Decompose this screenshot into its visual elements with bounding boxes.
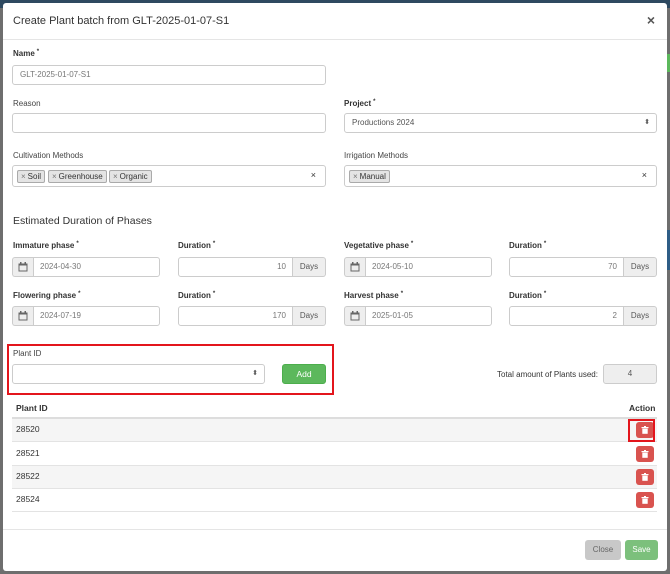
project-label: Project * (344, 99, 376, 108)
delete-button[interactable] (636, 446, 654, 462)
flowering-duration-input[interactable]: 170 (178, 306, 293, 326)
select-arrows-icon: ⬍ (252, 370, 258, 377)
tag-manual[interactable]: × Manual (349, 170, 390, 183)
flowering-phase-label: Flowering phase * (13, 291, 81, 300)
calendar-button[interactable] (12, 257, 33, 277)
days-addon: Days (624, 306, 657, 326)
save-button[interactable]: Save (625, 540, 658, 560)
total-plants-value: 4 (603, 364, 657, 384)
immature-duration-input[interactable]: 10 (178, 257, 293, 277)
phases-section-title: Estimated Duration of Phases (13, 215, 152, 227)
select-arrows-icon: ⬍ (644, 119, 650, 126)
harvest-duration-label: Duration * (509, 291, 547, 300)
immature-phase-label: Immature phase * (13, 241, 79, 250)
calendar-button[interactable] (344, 257, 365, 277)
total-plants-label: Total amount of Plants used: (497, 370, 598, 379)
name-label: Name * (13, 49, 40, 58)
tag-organic[interactable]: × Organic (109, 170, 152, 183)
tag-soil[interactable]: × Soil (17, 170, 46, 183)
vegetative-duration-label: Duration * (509, 241, 547, 250)
tag-remove-icon[interactable]: × (353, 172, 358, 181)
calendar-icon (350, 311, 360, 321)
modal-footer (3, 529, 667, 571)
tag-remove-icon[interactable]: × (21, 172, 26, 181)
trash-icon (641, 450, 649, 458)
plant-id-cell: 28520 (16, 424, 40, 434)
close-icon[interactable]: × (647, 12, 655, 28)
immature-date-input[interactable]: 2024-04-30 (33, 257, 160, 277)
days-addon: Days (624, 257, 657, 277)
create-plant-batch-modal: Create Plant batch from GLT-2025-01-07-S… (3, 3, 667, 571)
harvest-phase-label: Harvest phase * (344, 291, 404, 300)
project-selected-value: Productions 2024 (352, 118, 415, 127)
tag-greenhouse[interactable]: × Greenhouse (48, 170, 107, 183)
vegetative-date-input[interactable]: 2024-05-10 (365, 257, 492, 277)
close-button[interactable]: Close (585, 540, 621, 560)
calendar-button[interactable] (12, 306, 33, 326)
clear-icon[interactable]: × (642, 170, 647, 180)
reason-label: Reason (13, 99, 41, 108)
project-select[interactable]: Productions 2024 ⬍ (344, 113, 657, 133)
table-row: 28524 (12, 489, 657, 512)
calendar-button[interactable] (344, 306, 365, 326)
harvest-date-input[interactable]: 2025-01-05 (365, 306, 492, 326)
vegetative-duration-input[interactable]: 70 (509, 257, 624, 277)
clear-icon[interactable]: × (311, 170, 316, 180)
table-row: 28522 (12, 466, 657, 489)
days-addon: Days (293, 257, 326, 277)
tag-remove-icon[interactable]: × (113, 172, 118, 181)
irrigation-label: Irrigation Methods (344, 151, 409, 160)
vegetative-phase-label: Vegetative phase * (344, 241, 414, 250)
delete-button[interactable] (636, 492, 654, 508)
name-input[interactable]: GLT-2025-01-07-S1 (12, 65, 326, 85)
plant-id-label: Plant ID (13, 349, 42, 358)
cultivation-label: Cultivation Methods (13, 151, 84, 160)
cultivation-multiselect[interactable]: × Soil × Greenhouse × Organic × (12, 165, 326, 187)
plant-id-select[interactable]: ⬍ (12, 364, 265, 384)
delete-button[interactable] (636, 469, 654, 485)
table-row: 28521 (12, 443, 657, 466)
calendar-icon (18, 311, 28, 321)
add-plant-button[interactable]: Add (282, 364, 326, 384)
modal-title: Create Plant batch from GLT-2025-01-07-S… (13, 15, 230, 27)
tag-remove-icon[interactable]: × (52, 172, 57, 181)
plant-id-cell: 28521 (16, 448, 40, 458)
table-header-plant-id: Plant ID (16, 403, 48, 413)
trash-icon (641, 496, 649, 504)
flowering-date-input[interactable]: 2024-07-19 (33, 306, 160, 326)
modal-header: Create Plant batch from GLT-2025-01-07-S… (3, 3, 667, 40)
plant-id-cell: 28522 (16, 471, 40, 481)
immature-duration-label: Duration * (178, 241, 216, 250)
plant-id-cell: 28524 (16, 494, 40, 504)
delete-button-highlight (628, 419, 655, 442)
table-header-action: Action (629, 403, 656, 413)
trash-icon (641, 473, 649, 481)
days-addon: Days (293, 306, 326, 326)
calendar-icon (18, 262, 28, 272)
table-row: 28520 (12, 419, 657, 442)
reason-input[interactable] (12, 113, 326, 133)
calendar-icon (350, 262, 360, 272)
irrigation-multiselect[interactable]: × Manual × (344, 165, 657, 187)
flowering-duration-label: Duration * (178, 291, 216, 300)
harvest-duration-input[interactable]: 2 (509, 306, 624, 326)
